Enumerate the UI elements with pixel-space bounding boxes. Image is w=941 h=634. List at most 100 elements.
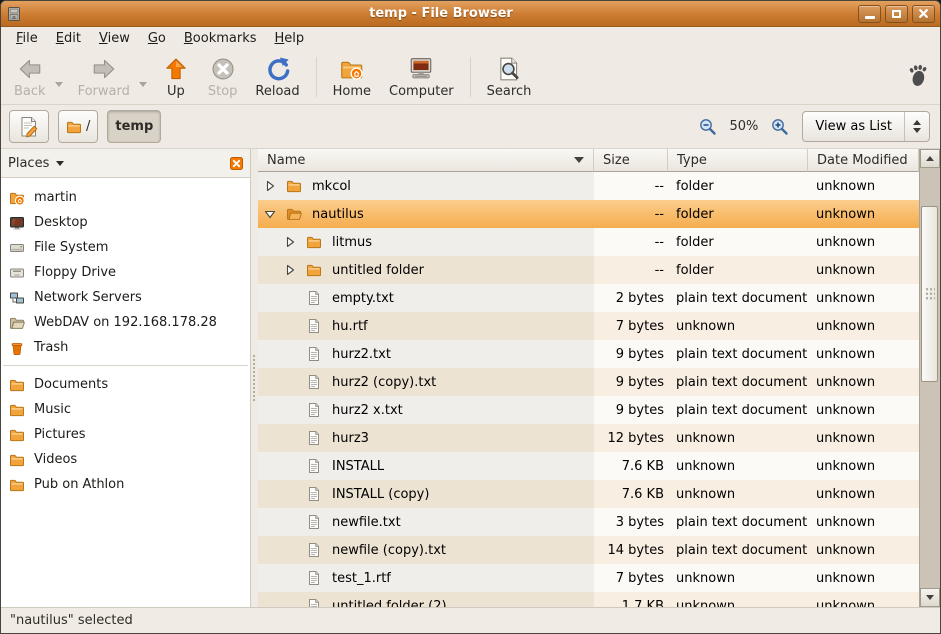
sidebar-item-label: Network Servers — [34, 290, 142, 305]
expander-collapsed-icon[interactable] — [284, 264, 296, 276]
expander-collapsed-icon[interactable] — [284, 236, 296, 248]
menu-view[interactable]: View — [90, 28, 139, 49]
sidebar-header: Places — [1, 149, 250, 178]
zoom-out-button[interactable] — [698, 117, 718, 137]
reload-button[interactable]: Reload — [246, 52, 308, 102]
sort-indicator-icon — [574, 157, 584, 163]
scroll-down-button[interactable] — [920, 588, 940, 607]
file-row-hurz2-x-txt[interactable]: hurz2 x.txt9 bytesplain text documentunk… — [258, 396, 919, 424]
expander-placeholder — [284, 432, 296, 444]
cell-date_modified: unknown — [808, 368, 919, 396]
file-row-nautilus[interactable]: nautilus--folderunknown — [258, 200, 919, 228]
search-button[interactable]: Search — [478, 52, 541, 102]
column-header-type[interactable]: Type — [668, 149, 808, 172]
location-bar: / temp 50% View as List — [1, 105, 940, 149]
file-row-litmus[interactable]: litmus--folderunknown — [258, 228, 919, 256]
column-header-size[interactable]: Size — [594, 149, 668, 172]
menu-bookmarks[interactable]: Bookmarks — [175, 28, 266, 49]
expander-placeholder — [284, 404, 296, 416]
view-mode-select[interactable]: View as List — [802, 111, 930, 142]
cell-size: 7.6 KB — [594, 452, 668, 480]
file-row-hu-rtf[interactable]: hu.rtf7 bytesunknownunknown — [258, 312, 919, 340]
vertical-scrollbar[interactable] — [919, 149, 940, 607]
edit-location-button[interactable] — [9, 110, 49, 143]
file-row-hurz2-txt[interactable]: hurz2.txt9 bytesplain text documentunkno… — [258, 340, 919, 368]
sidebar-item-documents[interactable]: Documents — [1, 372, 250, 397]
file-row-test-1-rtf[interactable]: test_1.rtf7 bytesunknownunknown — [258, 564, 919, 592]
file-row-hurz2-copy-txt[interactable]: hurz2 (copy).txt9 bytesplain text docume… — [258, 368, 919, 396]
scrollbar-thumb[interactable] — [921, 206, 938, 382]
up-button[interactable]: Up — [153, 52, 199, 102]
expander-collapsed-icon[interactable] — [264, 180, 276, 192]
scroll-up-button[interactable] — [920, 149, 940, 168]
forward-history-dropdown[interactable] — [139, 52, 153, 102]
file-icon — [306, 402, 322, 418]
file-name: mkcol — [312, 179, 351, 194]
file-row-empty-txt[interactable]: empty.txt2 bytesplain text documentunkno… — [258, 284, 919, 312]
expander-expanded-icon[interactable] — [264, 208, 276, 220]
sidebar-item-webdav-on-192-168-178-28[interactable]: WebDAV on 192.168.178.28 — [1, 310, 250, 335]
menu-edit[interactable]: Edit — [47, 28, 90, 49]
current-folder-button[interactable]: temp — [107, 110, 161, 143]
sidebar-item-pictures[interactable]: Pictures — [1, 422, 250, 447]
close-button[interactable] — [912, 5, 935, 23]
sidebar-header-label[interactable]: Places — [8, 156, 49, 171]
cell-date_modified: unknown — [808, 200, 919, 228]
file-row-newfile-copy-txt[interactable]: newfile (copy).txt14 bytesplain text doc… — [258, 536, 919, 564]
sidebar-item-desktop[interactable]: Desktop — [1, 210, 250, 235]
file-row-install-copy[interactable]: INSTALL (copy)7.6 KBunknownunknown — [258, 480, 919, 508]
minimize-button[interactable] — [858, 5, 881, 23]
file-name: hu.rtf — [332, 319, 368, 334]
menu-go[interactable]: Go — [139, 28, 175, 49]
file-row-newfile-txt[interactable]: newfile.txt3 bytesplain text documentunk… — [258, 508, 919, 536]
sidebar-item-videos[interactable]: Videos — [1, 447, 250, 472]
cell-date_modified: unknown — [808, 396, 919, 424]
file-browser-window: temp - File Browser FileEditViewGoBookma… — [0, 0, 941, 634]
zoom-out-icon — [698, 117, 718, 137]
sidebar-item-trash[interactable]: Trash — [1, 335, 250, 360]
up-icon — [163, 56, 189, 83]
menu-file[interactable]: File — [7, 28, 47, 49]
sidebar-item-floppy-drive[interactable]: Floppy Drive — [1, 260, 250, 285]
sidebar-item-label: File System — [34, 240, 108, 255]
folder-icon — [9, 452, 25, 468]
menu-help[interactable]: Help — [266, 28, 314, 49]
cell-type: unknown — [668, 452, 808, 480]
file-icon — [306, 486, 322, 502]
pane-splitter[interactable] — [251, 149, 258, 607]
file-row-untitled-folder-2[interactable]: untitled folder (2)1.7 KBunknownunknown — [258, 592, 919, 607]
titlebar[interactable]: temp - File Browser — [1, 1, 940, 27]
cell-name: untitled folder — [258, 256, 594, 284]
sidebar-item-label: WebDAV on 192.168.178.28 — [34, 315, 217, 330]
home-label: Home — [333, 84, 371, 99]
file-row-hurz3[interactable]: hurz312 bytesunknownunknown — [258, 424, 919, 452]
file-row-install[interactable]: INSTALL7.6 KBunknownunknown — [258, 452, 919, 480]
chevron-down-icon[interactable] — [56, 161, 64, 166]
computer-button[interactable]: Computer — [380, 52, 463, 102]
zoom-level: 50% — [730, 119, 759, 134]
root-path-button[interactable]: / — [58, 110, 98, 143]
home-button[interactable]: Home — [324, 52, 380, 102]
sidebar-item-network-servers[interactable]: Network Servers — [1, 285, 250, 310]
cell-date_modified: unknown — [808, 256, 919, 284]
toolbar-separator — [316, 57, 317, 97]
cell-type: plain text document — [668, 340, 808, 368]
column-header-name[interactable]: Name — [258, 149, 594, 172]
computer-icon — [408, 56, 434, 83]
zoom-in-button[interactable] — [770, 117, 790, 137]
column-header-date-modified[interactable]: Date Modified — [808, 149, 919, 172]
file-row-untitled-folder[interactable]: untitled folder--folderunknown — [258, 256, 919, 284]
sidebar-item-martin[interactable]: martin — [1, 185, 250, 210]
column-label: Name — [267, 153, 305, 168]
sidebar-item-pub-on-athlon[interactable]: Pub on Athlon — [1, 472, 250, 497]
root-path-label: / — [86, 119, 90, 134]
maximize-button[interactable] — [885, 5, 908, 23]
file-row-mkcol[interactable]: mkcol--folderunknown — [258, 172, 919, 200]
back-label: Back — [14, 84, 46, 99]
sidebar-close-button[interactable] — [230, 157, 243, 170]
back-history-dropdown[interactable] — [55, 52, 69, 102]
sidebar-item-file-system[interactable]: File System — [1, 235, 250, 260]
computer-label: Computer — [389, 84, 454, 99]
network-icon — [9, 290, 25, 306]
sidebar-item-music[interactable]: Music — [1, 397, 250, 422]
